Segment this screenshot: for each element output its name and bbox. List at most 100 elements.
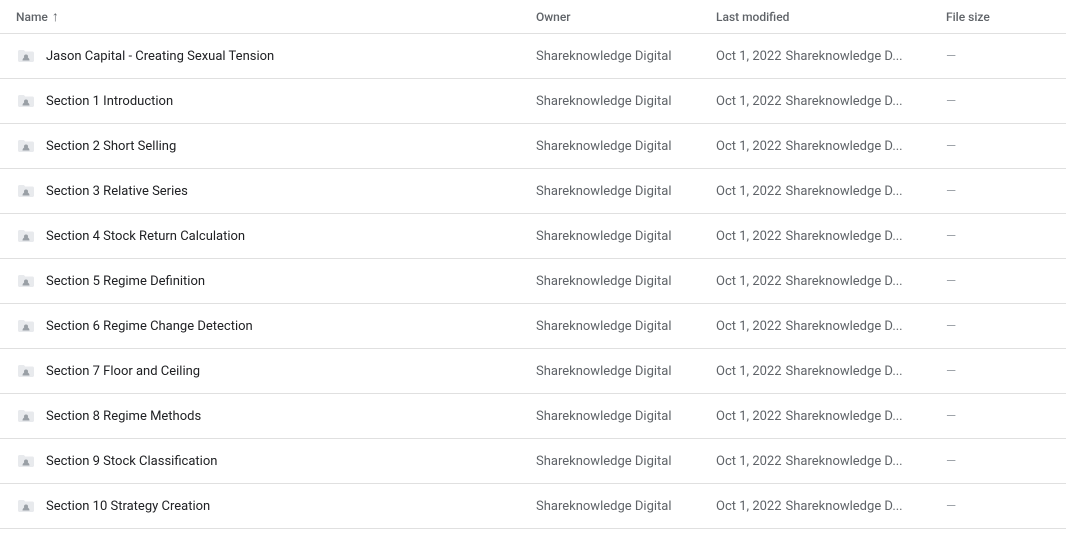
table-row[interactable]: Jason Capital - Creating Sexual Tension …	[0, 34, 1066, 79]
row-modified-cell: Oct 1, 2022 Shareknowledge D...	[716, 499, 946, 514]
row-modified-date: Oct 1, 2022	[716, 184, 782, 199]
shared-folder-icon	[16, 496, 36, 516]
row-modified-by: Shareknowledge D...	[786, 409, 903, 424]
row-name-label: Section 7 Floor and Ceiling	[46, 364, 200, 379]
header-owner-col[interactable]: Owner	[536, 10, 716, 24]
row-size-value: —	[946, 454, 956, 469]
row-modified-by: Shareknowledge D...	[786, 319, 903, 334]
table-row[interactable]: Section 7 Floor and Ceiling Shareknowled…	[0, 349, 1066, 394]
row-name-label: Section 4 Stock Return Calculation	[46, 229, 245, 244]
row-owner-cell: Shareknowledge Digital	[536, 94, 716, 109]
table-row[interactable]: Section 9 Stock Classification Shareknow…	[0, 439, 1066, 484]
row-size-cell: —	[946, 319, 1050, 334]
table-row[interactable]: Section 8 Regime Methods Shareknowledge …	[0, 394, 1066, 439]
table-row[interactable]: Section 5 Regime Definition Shareknowled…	[0, 259, 1066, 304]
table-row[interactable]: Section 4 Stock Return Calculation Share…	[0, 214, 1066, 259]
row-modified-by: Shareknowledge D...	[786, 454, 903, 469]
size-header-label: File size	[946, 10, 990, 24]
row-size-cell: —	[946, 499, 1050, 514]
row-modified-date: Oct 1, 2022	[716, 229, 782, 244]
sort-arrow-icon: ↑	[52, 8, 59, 25]
row-size-value: —	[946, 184, 956, 199]
modified-header-label: Last modified	[716, 10, 789, 24]
row-size-cell: —	[946, 454, 1050, 469]
shared-folder-icon	[16, 271, 36, 291]
row-size-cell: —	[946, 94, 1050, 109]
row-modified-cell: Oct 1, 2022 Shareknowledge D...	[716, 319, 946, 334]
row-size-value: —	[946, 139, 956, 154]
row-modified-by: Shareknowledge D...	[786, 499, 903, 514]
shared-folder-icon	[16, 406, 36, 426]
row-size-cell: —	[946, 139, 1050, 154]
row-owner-cell: Shareknowledge Digital	[536, 274, 716, 289]
rows-container: Jason Capital - Creating Sexual Tension …	[0, 34, 1066, 529]
row-modified-date: Oct 1, 2022	[716, 499, 782, 514]
row-size-value: —	[946, 499, 956, 514]
row-name-cell: Section 1 Introduction	[16, 91, 536, 111]
row-modified-by: Shareknowledge D...	[786, 184, 903, 199]
row-name-label: Section 6 Regime Change Detection	[46, 319, 253, 334]
shared-folder-icon	[16, 136, 36, 156]
row-size-value: —	[946, 364, 956, 379]
header-name-col[interactable]: Name ↑	[16, 8, 536, 25]
row-modified-date: Oct 1, 2022	[716, 274, 782, 289]
table-row[interactable]: Section 2 Short Selling Shareknowledge D…	[0, 124, 1066, 169]
row-modified-cell: Oct 1, 2022 Shareknowledge D...	[716, 94, 946, 109]
row-owner-cell: Shareknowledge Digital	[536, 139, 716, 154]
shared-folder-icon	[16, 46, 36, 66]
row-modified-date: Oct 1, 2022	[716, 364, 782, 379]
header-modified-col[interactable]: Last modified	[716, 10, 946, 24]
row-name-label: Section 5 Regime Definition	[46, 274, 205, 289]
row-owner-cell: Shareknowledge Digital	[536, 409, 716, 424]
row-size-cell: —	[946, 229, 1050, 244]
table-header: Name ↑ Owner Last modified File size	[0, 0, 1066, 34]
row-name-label: Section 8 Regime Methods	[46, 409, 201, 424]
table-row[interactable]: Section 6 Regime Change Detection Sharek…	[0, 304, 1066, 349]
row-modified-by: Shareknowledge D...	[786, 139, 903, 154]
row-modified-cell: Oct 1, 2022 Shareknowledge D...	[716, 364, 946, 379]
row-modified-cell: Oct 1, 2022 Shareknowledge D...	[716, 454, 946, 469]
row-size-cell: —	[946, 184, 1050, 199]
file-table: Name ↑ Owner Last modified File size	[0, 0, 1066, 560]
table-row[interactable]: Section 10 Strategy Creation Shareknowle…	[0, 484, 1066, 529]
row-modified-date: Oct 1, 2022	[716, 319, 782, 334]
shared-folder-icon	[16, 451, 36, 471]
row-name-cell: Section 2 Short Selling	[16, 136, 536, 156]
row-size-cell: —	[946, 409, 1050, 424]
row-name-label: Jason Capital - Creating Sexual Tension	[46, 49, 274, 64]
row-size-cell: —	[946, 274, 1050, 289]
shared-folder-icon	[16, 226, 36, 246]
row-modified-by: Shareknowledge D...	[786, 364, 903, 379]
shared-folder-icon	[16, 316, 36, 336]
header-size-col[interactable]: File size	[946, 10, 1050, 24]
row-size-value: —	[946, 409, 956, 424]
row-modified-date: Oct 1, 2022	[716, 94, 782, 109]
row-owner-cell: Shareknowledge Digital	[536, 184, 716, 199]
row-owner-cell: Shareknowledge Digital	[536, 499, 716, 514]
row-name-cell: Section 8 Regime Methods	[16, 406, 536, 426]
table-row[interactable]: Section 1 Introduction Shareknowledge Di…	[0, 79, 1066, 124]
row-modified-by: Shareknowledge D...	[786, 49, 903, 64]
row-size-cell: —	[946, 364, 1050, 379]
row-modified-date: Oct 1, 2022	[716, 454, 782, 469]
row-modified-by: Shareknowledge D...	[786, 274, 903, 289]
shared-folder-icon	[16, 91, 36, 111]
row-owner-cell: Shareknowledge Digital	[536, 454, 716, 469]
row-size-value: —	[946, 229, 956, 244]
row-name-cell: Section 9 Stock Classification	[16, 451, 536, 471]
row-owner-cell: Shareknowledge Digital	[536, 319, 716, 334]
row-size-value: —	[946, 94, 956, 109]
row-size-value: —	[946, 49, 956, 64]
row-size-value: —	[946, 274, 956, 289]
row-name-cell: Section 4 Stock Return Calculation	[16, 226, 536, 246]
table-row[interactable]: Section 3 Relative Series Shareknowledge…	[0, 169, 1066, 214]
row-size-cell: —	[946, 49, 1050, 64]
row-name-label: Section 10 Strategy Creation	[46, 499, 210, 514]
row-name-label: Section 9 Stock Classification	[46, 454, 217, 469]
row-name-cell: Section 10 Strategy Creation	[16, 496, 536, 516]
owner-header-label: Owner	[536, 10, 571, 24]
row-size-value: —	[946, 319, 956, 334]
shared-folder-icon	[16, 361, 36, 381]
row-modified-by: Shareknowledge D...	[786, 229, 903, 244]
shared-folder-icon	[16, 181, 36, 201]
